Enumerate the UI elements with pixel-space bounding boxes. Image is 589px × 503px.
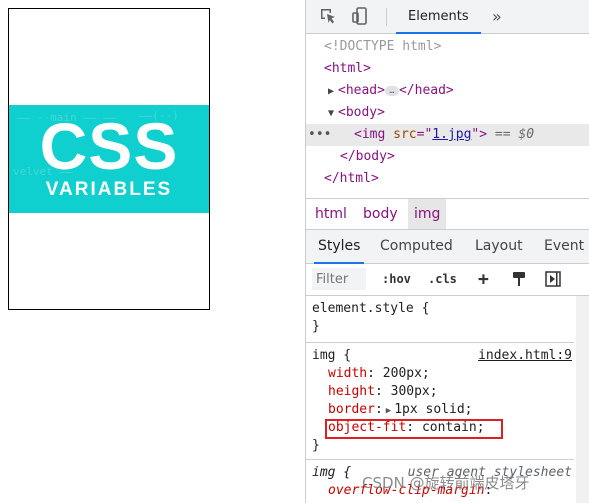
prop-value: 200px; — [382, 366, 430, 381]
prop-value: 300px; — [390, 384, 438, 399]
tab-event-listeners[interactable]: Event L — [544, 230, 589, 287]
add-rule-button[interactable]: + — [478, 264, 489, 295]
toolbar-divider — [386, 8, 387, 26]
element-style-selector: element.style { — [312, 301, 430, 316]
devtools-toolbar: Elements » — [306, 0, 589, 34]
prop-value: 1px solid; — [394, 402, 473, 417]
prop-name: height — [328, 384, 375, 399]
head-close-tag: </head> — [398, 83, 454, 98]
tab-layout[interactable]: Layout — [475, 230, 523, 263]
img-selector: img { — [312, 348, 352, 363]
watermark: CSDN @旋转前端皮塔牙 — [362, 474, 530, 492]
element-style-rule[interactable]: element.style { } — [306, 298, 574, 343]
breadcrumb-html[interactable]: html — [315, 199, 347, 229]
styles-filter-bar: :hov .cls + — [306, 264, 589, 296]
decl-width[interactable]: width: 200px; — [306, 365, 574, 383]
image-subtitle: VARIABLES — [45, 179, 173, 200]
breadcrumb-body[interactable]: body — [363, 199, 398, 229]
breadcrumb: html body img — [306, 198, 589, 230]
expand-triangle-icon[interactable]: ▶ — [328, 81, 338, 103]
paint-brush-icon[interactable] — [510, 270, 528, 288]
decl-object-fit[interactable]: object-fit: contain; — [306, 419, 574, 439]
devtools-panel: Elements » <!DOCTYPE html> <html> ▶ <head… — [305, 0, 589, 503]
head-open-tag: <head> — [338, 83, 385, 98]
img-tag: <img — [354, 127, 386, 142]
css-variables-image: —— --main —— —— ——(--) velvet —— CSS VAR… — [9, 105, 209, 213]
html-close-tag: </html> — [324, 171, 379, 186]
rule-source-link[interactable]: index.html:9 — [478, 347, 572, 365]
img-rule[interactable]: img { index.html:9 width: 200px; height:… — [306, 345, 574, 460]
rule-close: } — [312, 438, 320, 453]
toggle-sidebar-icon[interactable] — [544, 270, 562, 288]
collapsed-ellipsis-icon[interactable]: … — [384, 85, 399, 96]
dom-img-selected[interactable]: ••• <img src="1.jpg"> == $0 — [306, 124, 589, 146]
rule-close: } — [312, 319, 320, 334]
dom-html-open[interactable]: <html> — [306, 58, 589, 80]
more-tabs-button[interactable]: » — [492, 0, 502, 33]
tab-computed[interactable]: Computed — [380, 230, 453, 263]
html-open-tag: <html> — [324, 61, 371, 76]
collapse-triangle-icon[interactable]: ▼ — [328, 103, 338, 125]
image-title: CSS — [39, 109, 179, 183]
img-tag-end: > — [479, 127, 488, 142]
selected-marker: == $0 — [494, 127, 535, 142]
inspect-element-icon[interactable] — [318, 6, 338, 26]
hov-button[interactable]: :hov — [382, 264, 411, 295]
img-src-attr: src — [393, 127, 417, 142]
device-toolbar-icon[interactable] — [350, 6, 370, 26]
dom-tree: <!DOCTYPE html> <html> ▶ <head>… </head> ▼… — [306, 34, 589, 194]
dom-body[interactable]: ▼ <body> — [306, 102, 589, 124]
decl-height[interactable]: height: 300px; — [306, 383, 574, 401]
image-preview: —— --main —— —— ——(--) velvet —— CSS VAR… — [8, 8, 210, 310]
styles-scrollbar[interactable] — [576, 296, 589, 503]
breadcrumb-img[interactable]: img — [408, 199, 447, 229]
highlight-annotation-box — [325, 419, 503, 439]
prop-name: border — [328, 402, 375, 417]
dom-html-close[interactable]: </html> — [306, 168, 589, 190]
filter-input[interactable] — [312, 268, 366, 290]
body-open-tag: <body> — [338, 105, 385, 120]
doctype-text: <!DOCTYPE html> — [324, 39, 442, 54]
tab-elements[interactable]: Elements — [396, 0, 481, 34]
expand-shorthand-icon[interactable]: ▶ — [383, 406, 394, 416]
dom-doctype[interactable]: <!DOCTYPE html> — [306, 36, 589, 58]
tab-styles[interactable]: Styles — [313, 230, 365, 264]
body-close-tag: </body> — [340, 149, 395, 164]
styles-subtabs: Styles Computed Layout Event L — [306, 230, 589, 287]
decl-border[interactable]: border: ▶ 1px solid; — [306, 401, 574, 419]
dom-body-close[interactable]: </body> — [306, 146, 589, 168]
img-src-link[interactable]: 1.jpg — [432, 127, 471, 142]
ua-img-selector: img { — [312, 465, 352, 480]
more-actions-icon[interactable]: ••• — [308, 124, 331, 146]
prop-name: width — [328, 366, 368, 381]
cls-button[interactable]: .cls — [428, 264, 457, 295]
dom-head[interactable]: ▶ <head>… </head> — [306, 80, 589, 102]
